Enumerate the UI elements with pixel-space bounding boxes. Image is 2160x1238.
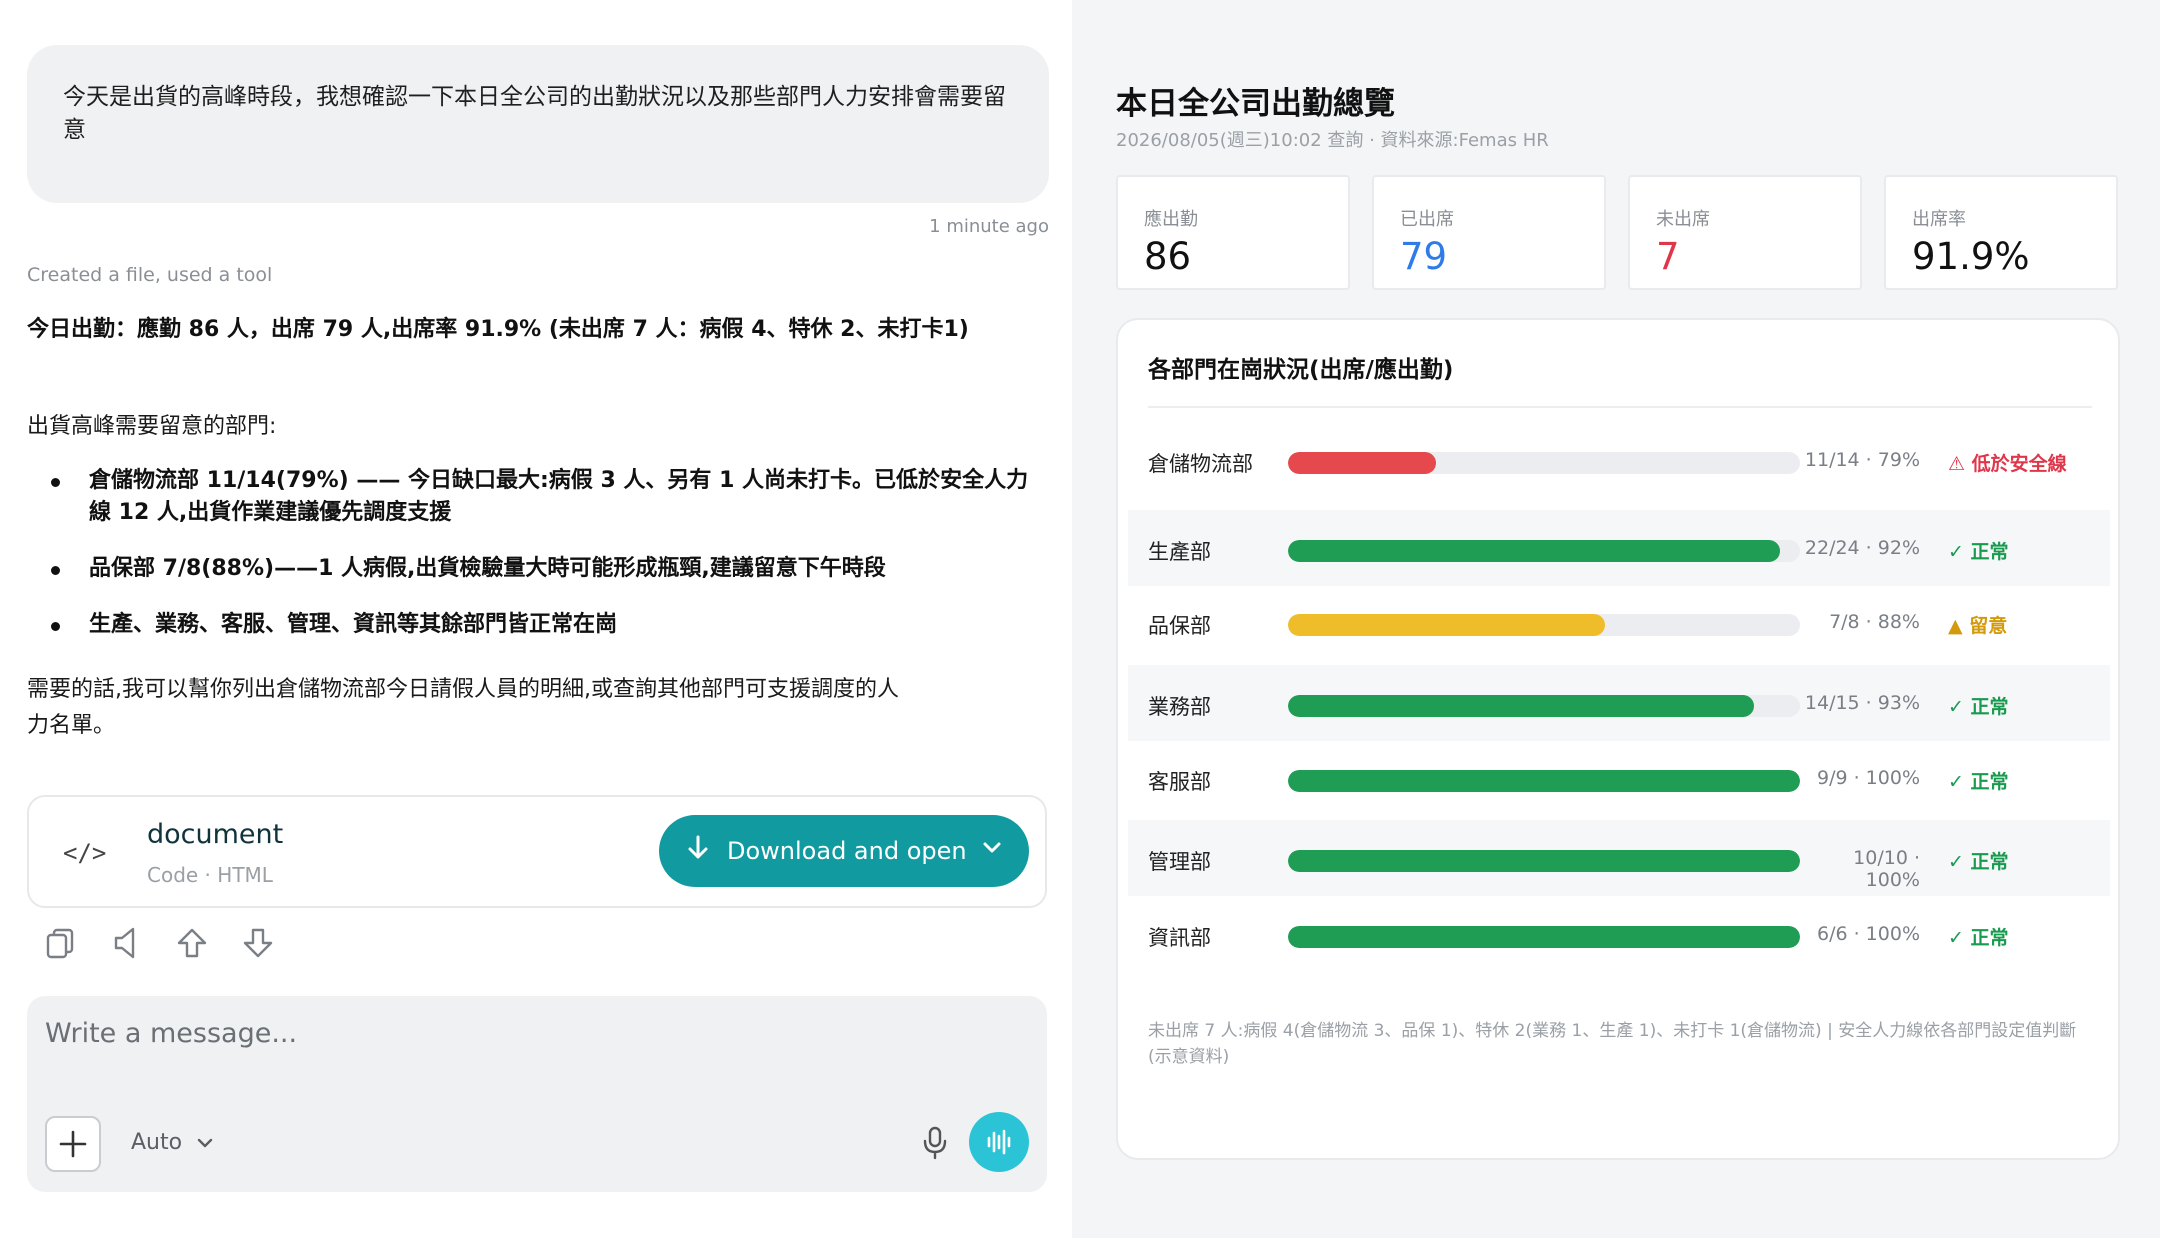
table-row: 資訊部 6/6 · 100% ✓ 正常: [1128, 896, 2110, 972]
mode-label: Auto: [131, 1130, 183, 1155]
message-actions: [42, 925, 276, 961]
attendance-bar-fill: [1288, 926, 1800, 948]
department-name: 資訊部: [1148, 926, 1211, 950]
status-badge: ✓ 正常: [1948, 851, 2009, 873]
stat-card-attendance-rate: 出席率 91.9%: [1884, 175, 2118, 290]
department-name: 管理部: [1148, 850, 1211, 874]
list-item: 倉儲物流部 11/14(79%) —— 今日缺口最大:病假 3 人、另有 1 人…: [27, 465, 1037, 529]
attendance-bar-track: [1288, 695, 1800, 717]
thumbs-down-icon[interactable]: [240, 925, 276, 961]
attention-list: 倉儲物流部 11/14(79%) —— 今日缺口最大:病假 3 人、另有 1 人…: [27, 465, 1037, 665]
file-name[interactable]: document: [147, 819, 283, 850]
stat-label: 已出席: [1400, 209, 1454, 230]
table-row: 客服部 9/9 · 100% ✓ 正常: [1128, 740, 2110, 816]
department-name: 生產部: [1148, 540, 1211, 564]
attendance-bar-track: [1288, 926, 1800, 948]
stat-label: 未出席: [1656, 209, 1710, 230]
stat-value: 79: [1400, 235, 1448, 278]
list-item: 品保部 7/8(88%)——1 人病假,出貨檢驗量大時可能形成瓶頸,建議留意下午…: [27, 553, 1037, 585]
table-row: 生產部 22/24 · 92% ✓ 正常: [1128, 510, 2110, 586]
add-attachment-button[interactable]: [45, 1116, 101, 1172]
attendance-summary: 今日出勤：應勤 86 人，出席 79 人,出席率 91.9% (未出席 7 人：…: [27, 317, 969, 342]
department-name: 客服部: [1148, 770, 1211, 794]
attendance-bar-fill: [1288, 695, 1754, 717]
stat-value: 86: [1144, 235, 1192, 278]
message-composer[interactable]: Write a message... Auto: [27, 996, 1047, 1192]
attendance-bar-fill: [1288, 770, 1800, 792]
status-badge: ✓ 正常: [1948, 541, 2009, 563]
table-row: 業務部 14/15 · 93% ✓ 正常: [1128, 665, 2110, 741]
microphone-icon[interactable]: [921, 1126, 949, 1164]
attention-intro: 出貨高峰需要留意的部門:: [27, 414, 277, 439]
voice-mode-button[interactable]: [969, 1112, 1029, 1172]
chevron-down-icon[interactable]: [981, 837, 1003, 865]
footnote: 未出席 7 人:病假 4(倉儲物流 3、品保 1)、特休 2(業務 1、生產 1…: [1148, 1021, 2077, 1067]
message-timestamp: 1 minute ago: [929, 216, 1049, 237]
stat-value: 7: [1656, 235, 1680, 278]
attendance-bar-track: [1288, 452, 1800, 474]
department-status-card: 各部門在崗狀況(出席/應出勤) 倉儲物流部 11/14 · 79% ⚠ 低於安全線生…: [1116, 318, 2120, 1160]
attendance-bar-track: [1288, 770, 1800, 792]
assistant-closing-text: 需要的話,我可以幫你列出倉儲物流部今日請假人員的明細,或查詢其他部門可支援調度的…: [27, 677, 899, 738]
status-badge: ✓ 正常: [1948, 927, 2009, 949]
attendance-bar-fill: [1288, 614, 1606, 636]
attendance-bar-track: [1288, 540, 1800, 562]
status-badge: ▲ 留意: [1948, 615, 2008, 637]
list-item: 生產、業務、客服、管理、資訊等其餘部門皆正常在崗: [27, 609, 1037, 641]
status-badge: ✓ 正常: [1948, 696, 2009, 718]
plus-icon: [59, 1130, 87, 1158]
divider: [1148, 406, 2092, 408]
download-open-label: Download and open: [727, 837, 967, 865]
department-ratio: 7/8 · 88%: [1829, 611, 1920, 633]
stat-card-absent: 未出席 7: [1628, 175, 1862, 290]
attendance-bar-track: [1288, 850, 1800, 872]
attendance-bar-fill: [1288, 540, 1780, 562]
stat-label: 出席率: [1912, 209, 1966, 230]
department-name: 品保部: [1148, 614, 1211, 638]
thumbs-up-icon[interactable]: [174, 925, 210, 961]
table-row: 品保部 7/8 · 88% ▲ 留意: [1128, 584, 2110, 660]
artifact-preview-pane: 本日全公司出勤總覽 2026/08/05(週三)10:02 查詢 · 資料來源:…: [1072, 0, 2160, 1238]
user-message-bubble: 今天是出貨的高峰時段，我想確認一下本日全公司的出勤狀況以及那些部門人力安排會需要…: [27, 45, 1049, 203]
file-attachment-card[interactable]: </> document Code · HTML Download and op…: [27, 795, 1047, 908]
department-ratio: 9/9 · 100%: [1816, 767, 1920, 789]
copy-icon[interactable]: [42, 925, 78, 961]
chat-pane: 今天是出貨的高峰時段，我想確認一下本日全公司的出勤狀況以及那些部門人力安排會需要…: [0, 0, 1072, 1238]
attendance-bar-track: [1288, 614, 1800, 636]
department-ratio: 14/15 · 93%: [1804, 692, 1920, 714]
message-input[interactable]: Write a message...: [45, 1018, 297, 1049]
department-name: 倉儲物流部: [1148, 452, 1253, 476]
attendance-bar-fill: [1288, 452, 1437, 474]
status-badge: ✓ 正常: [1948, 771, 2009, 793]
status-badge: ⚠ 低於安全線: [1948, 453, 2067, 475]
stat-card-expected: 應出勤 86: [1116, 175, 1350, 290]
stat-value: 91.9%: [1912, 235, 2030, 278]
chevron-down-icon: [197, 1138, 213, 1147]
audio-wave-icon: [987, 1129, 1011, 1155]
tool-usage-note[interactable]: Created a file, used a tool: [27, 264, 272, 286]
attendance-bar-fill: [1288, 850, 1800, 872]
table-row: 倉儲物流部 11/14 · 79% ⚠ 低於安全線: [1128, 422, 2110, 498]
model-mode-select[interactable]: Auto: [131, 1130, 214, 1155]
department-section-title: 各部門在崗狀況(出席/應出勤): [1148, 357, 1454, 383]
table-row: 管理部 10/10 · 100% ✓ 正常: [1128, 820, 2110, 896]
department-ratio: 6/6 · 100%: [1816, 923, 1920, 945]
department-ratio: 11/14 · 79%: [1804, 449, 1920, 471]
department-name: 業務部: [1148, 695, 1211, 719]
code-icon: </>: [63, 839, 107, 867]
department-ratio: 10/10 · 100%: [1853, 847, 1920, 891]
page-subtitle: 2026/08/05(週三)10:02 查詢 · 資料來源:Femas HR: [1116, 130, 1549, 151]
download-arrow-icon: [687, 834, 709, 869]
stat-card-present: 已出席 79: [1372, 175, 1606, 290]
stat-label: 應出勤: [1144, 209, 1198, 230]
department-ratio: 22/24 · 92%: [1804, 537, 1920, 559]
user-message-text: 今天是出貨的高峰時段，我想確認一下本日全公司的出勤狀況以及那些部門人力安排會需要…: [63, 84, 1006, 143]
download-open-button[interactable]: Download and open: [659, 815, 1029, 887]
page-title: 本日全公司出勤總覽: [1116, 86, 1395, 122]
file-meta: Code · HTML: [147, 863, 273, 887]
speaker-icon[interactable]: [108, 925, 144, 961]
